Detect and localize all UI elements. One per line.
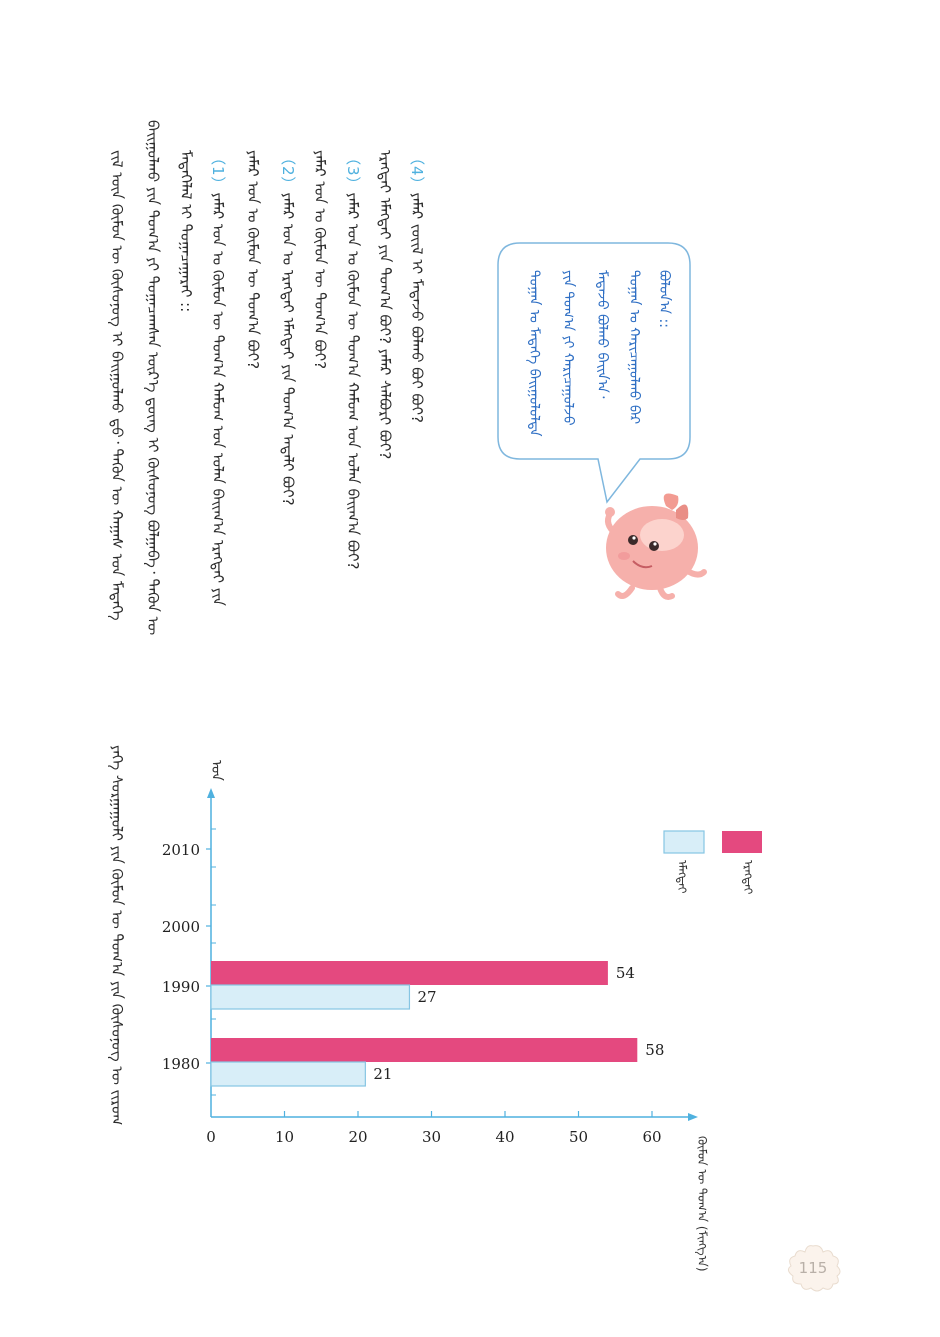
bar (210, 1061, 366, 1087)
bar (211, 1038, 638, 1062)
category-tick-label: 2000 (162, 918, 200, 936)
value-tick-label: 20 (348, 1128, 367, 1146)
page-number: 115 (798, 1259, 828, 1277)
value-tick-label: 40 (495, 1128, 514, 1146)
category-tick-label: 1990 (162, 978, 200, 996)
bar-chart: 0 10 20 30 40 50 60 1980 1990 2000 2010 58 54 21 27 (162, 788, 762, 1146)
chart-caption: ᠶᠡᠬᠡ ᠰᠤᠷᠭᠠᠭᠤᠯᠢ ᠶᠢᠨ ᠬᠦᠮᠦᠨ ᠦ ᠲᠣᠭ᠎ᠠ ᠶᠢᠨ ᠬᠦᠰ… (108, 745, 126, 1126)
value-tick-label: 10 (275, 1128, 294, 1146)
bar-data-label: 58 (645, 1041, 664, 1059)
category-axis-arrow-icon (207, 788, 215, 798)
legend-label-series-2: ᠡᠮᠡᠭᠲᠡᠢ (675, 860, 689, 894)
value-tick-label: 30 (422, 1128, 441, 1146)
category-tick-label: 1980 (162, 1055, 200, 1073)
bar-data-label: 54 (616, 964, 635, 982)
bar (210, 984, 411, 1010)
value-tick-label: 0 (206, 1128, 216, 1146)
value-tick-label: 60 (642, 1128, 661, 1146)
category-tick-label: 2010 (162, 841, 200, 859)
category-axis-label: ᠣᠨ (208, 760, 224, 781)
page-number-badge: 115 (785, 1244, 841, 1292)
value-axis-arrow-icon (688, 1113, 698, 1121)
legend-swatch-series-2 (663, 830, 705, 854)
value-axis-label: ᠬᠦᠮᠦᠨ ᠦ ᠲᠣᠭ᠎ᠠ (ᠮᠢᠩᠭ᠎ᠠ) (695, 1136, 709, 1272)
bar-data-label: 21 (373, 1065, 392, 1083)
value-tick-label: 50 (569, 1128, 588, 1146)
bar-data-label: 27 (417, 988, 436, 1006)
legend-swatch-series-1 (722, 831, 762, 853)
legend-label-series-1: ᠡᠷᠡᠭᠲᠡᠢ (741, 860, 755, 895)
bar (211, 961, 608, 985)
